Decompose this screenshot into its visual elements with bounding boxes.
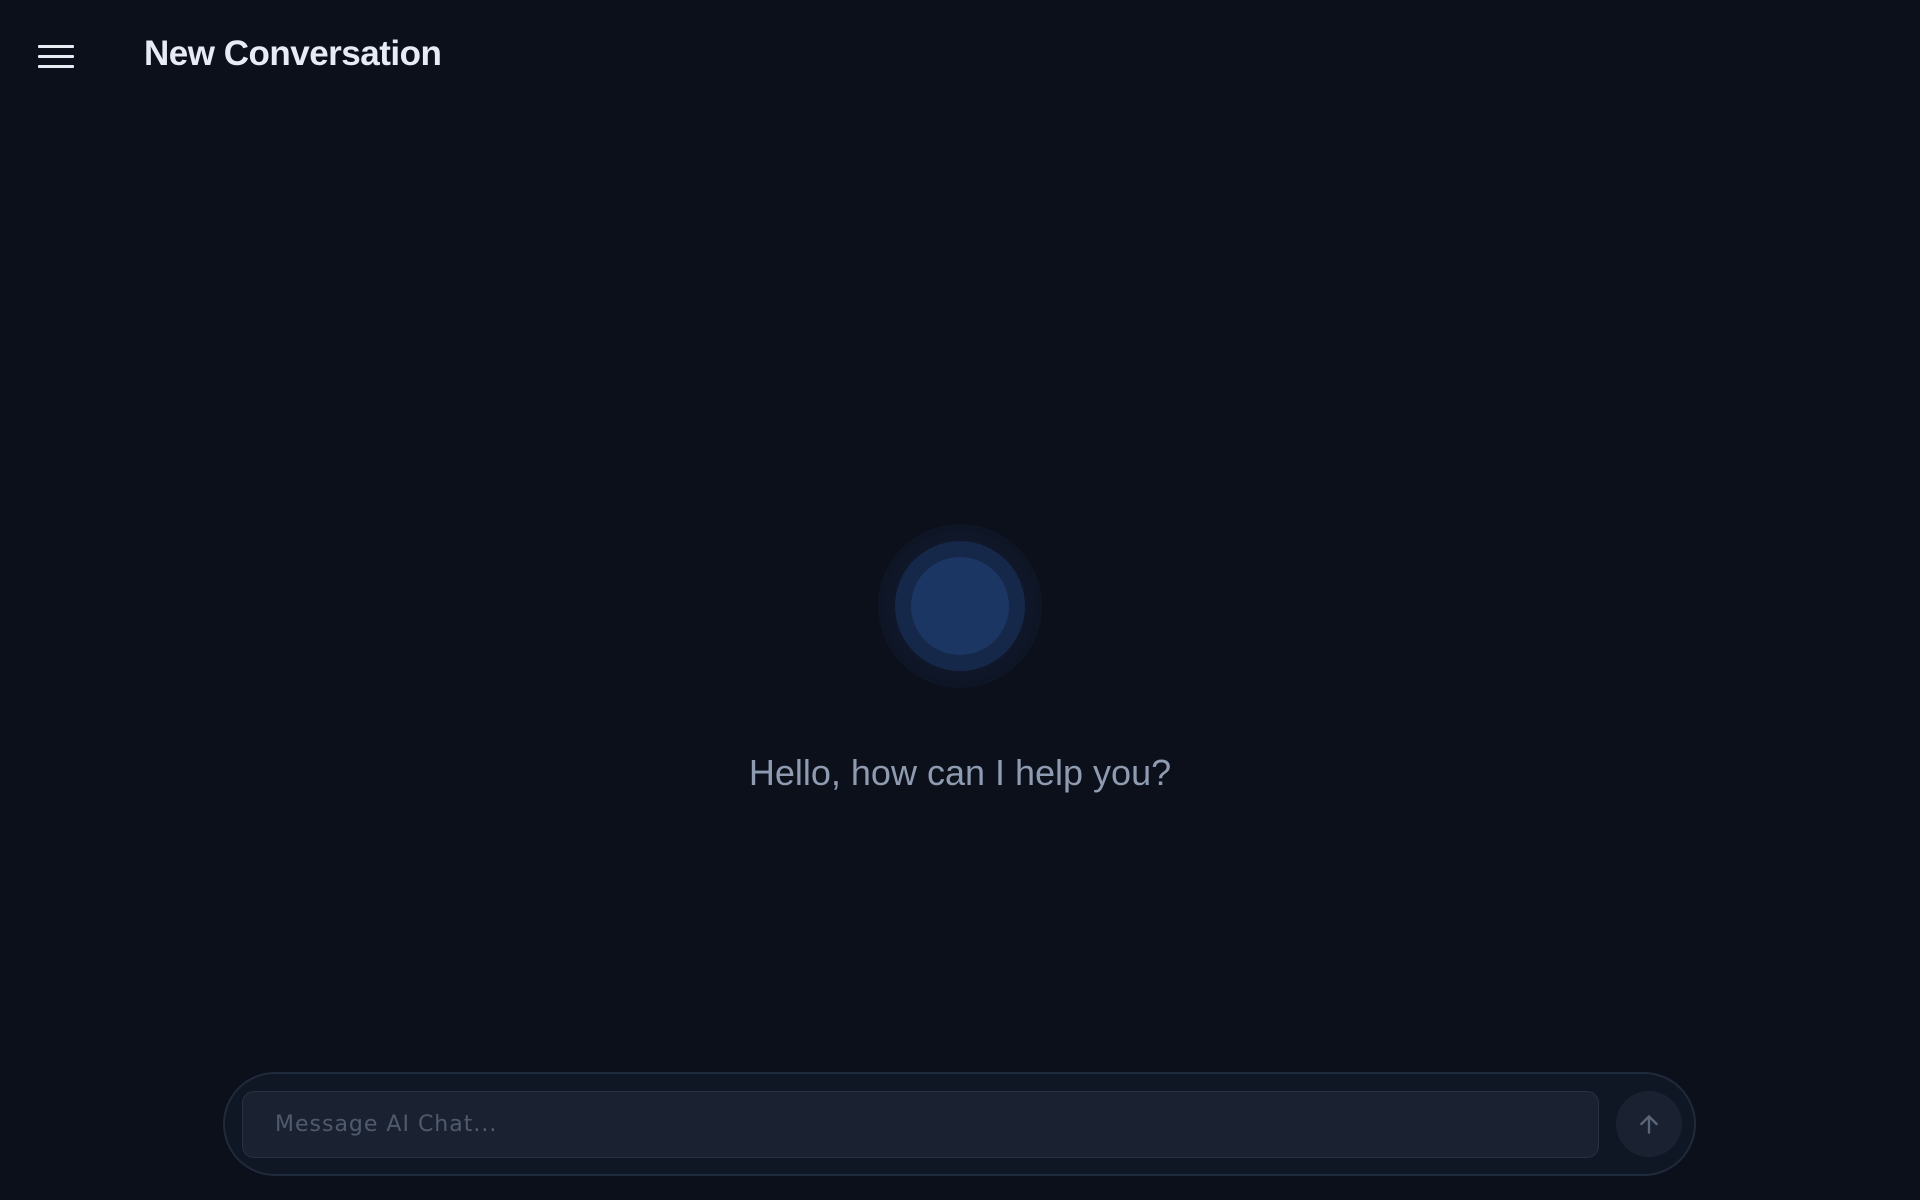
top-bar: New Conversation [0,0,1920,112]
greeting-text: Hello, how can I help you? [748,752,1172,793]
message-composer [223,1072,1696,1176]
hamburger-menu-icon [38,64,74,68]
message-input[interactable] [242,1091,1599,1158]
chat-app: New Conversation Hello, how can I help y… [0,0,1920,1200]
page-title: New Conversation [144,34,442,73]
orb-ring [895,541,1025,671]
hamburger-menu-icon [38,44,74,48]
send-button[interactable] [1616,1091,1682,1157]
arrow-up-icon [1640,1115,1658,1134]
orb-icon [878,524,1042,688]
hamburger-menu-icon [38,54,74,58]
menu-button[interactable] [24,30,88,82]
orb-core [911,557,1009,655]
